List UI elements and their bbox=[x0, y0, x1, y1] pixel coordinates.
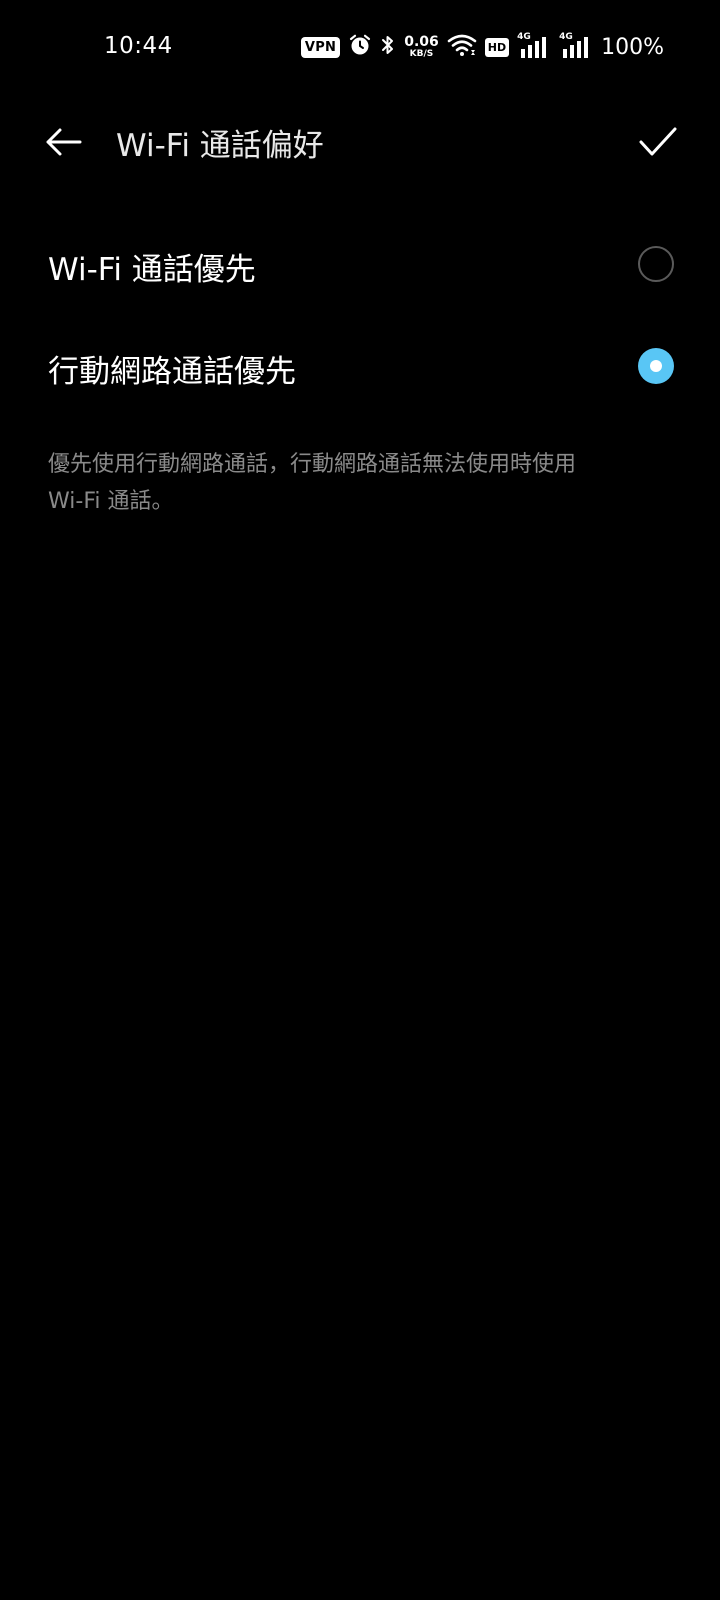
app-bar: Wi-Fi 通話偏好 bbox=[0, 96, 720, 188]
option-wifi-preferred[interactable]: Wi-Fi 通話優先 bbox=[0, 214, 720, 314]
back-arrow-icon bbox=[46, 128, 82, 156]
alarm-icon bbox=[348, 33, 372, 61]
status-time: 10:44 bbox=[104, 33, 173, 59]
status-bar: 10:44 VPN 0.06 KB/S HD 4G 4G 100% bbox=[0, 0, 720, 96]
page-title: Wi-Fi 通話偏好 bbox=[116, 128, 324, 164]
network-speed-value: 0.06 bbox=[404, 34, 439, 50]
option-mobile-preferred[interactable]: 行動網路通話優先 bbox=[0, 316, 720, 416]
option-description: 優先使用行動網路通話，行動網路通話無法使用時使用 Wi-Fi 通話。 bbox=[48, 446, 680, 520]
checkmark-icon bbox=[639, 127, 677, 156]
sim1-signal-icon: 4G bbox=[517, 32, 551, 60]
description-line-2: Wi-Fi 通話。 bbox=[48, 489, 174, 514]
screen: 10:44 VPN 0.06 KB/S HD 4G 4G 100% Wi-Fi … bbox=[0, 0, 720, 1600]
option-label: Wi-Fi 通話優先 bbox=[48, 252, 256, 288]
description-line-1: 優先使用行動網路通話，行動網路通話無法使用時使用 bbox=[48, 452, 577, 477]
bluetooth-icon bbox=[380, 33, 396, 61]
option-label: 行動網路通話優先 bbox=[48, 354, 296, 390]
confirm-button[interactable] bbox=[632, 116, 684, 168]
radio-button-unchecked[interactable] bbox=[638, 246, 674, 282]
hd-voice-icon: HD bbox=[484, 37, 510, 57]
vpn-icon: VPN bbox=[300, 36, 341, 58]
radio-button-checked[interactable] bbox=[638, 348, 674, 384]
wifi-icon bbox=[447, 33, 477, 61]
sim2-signal-icon: 4G bbox=[559, 32, 593, 60]
back-button[interactable] bbox=[40, 118, 88, 166]
status-icons: VPN 0.06 KB/S HD 4G 4G 100% bbox=[293, 30, 664, 64]
battery-level: 100% bbox=[601, 34, 664, 60]
network-speed-unit: KB/S bbox=[409, 49, 434, 59]
network-speed: 0.06 KB/S bbox=[404, 35, 439, 59]
